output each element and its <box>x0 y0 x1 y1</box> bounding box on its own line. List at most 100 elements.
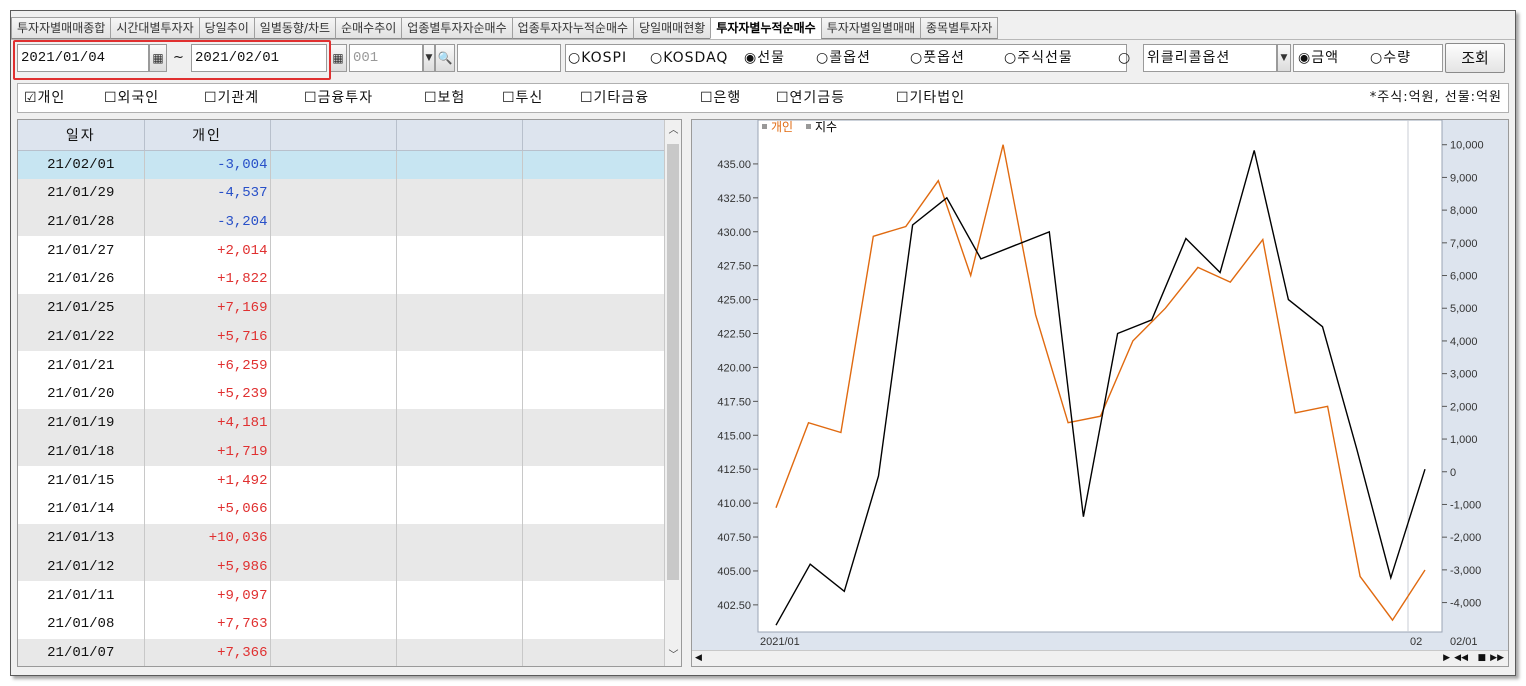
radio-quantity[interactable]: ○수량 <box>1370 45 1411 71</box>
radio-put-option[interactable]: ○풋옵션 <box>910 45 965 71</box>
column-header-4[interactable] <box>522 120 665 151</box>
radio-kosdaq[interactable]: ○KOSDAQ <box>650 45 728 71</box>
table-row[interactable]: 21/01/25 +7,169 <box>18 293 665 323</box>
investor-checkbox-9[interactable]: ☐기타법인 <box>896 84 965 112</box>
investor-checkbox-6[interactable]: ☐기타금융 <box>580 84 649 112</box>
market-radio-group: ○KOSPI ○KOSDAQ ◉선물 ○콜옵션 ○풋옵션 ○주식선물 ○ <box>565 44 1130 72</box>
chevron-left-icon[interactable]: ◀ <box>695 651 702 666</box>
column-header-1[interactable]: 개인 <box>144 120 271 151</box>
empty-cell <box>396 293 523 323</box>
table-row[interactable]: 21/01/12 +5,986 <box>18 552 665 582</box>
table-row[interactable]: 21/01/27 +2,014 <box>18 236 665 265</box>
table-row[interactable]: 21/01/22 +5,716 <box>18 322 665 352</box>
radio-kospi[interactable]: ○KOSPI <box>568 45 627 71</box>
left-tick-label: 435.00 <box>717 159 751 171</box>
tab-4[interactable]: 순매수추이 <box>335 17 403 39</box>
radio-weekly[interactable]: ○ <box>1118 45 1131 71</box>
x-axis-label: 02 <box>1410 636 1422 648</box>
search-icon[interactable]: 🔍 <box>435 44 455 72</box>
horizontal-scrollbar[interactable]: ◀ ▶ ◀◀ ■ ▶▶ <box>692 650 1508 666</box>
empty-cell <box>270 207 397 237</box>
empty-cell <box>270 408 397 438</box>
radio-call-option[interactable]: ○콜옵션 <box>816 45 871 71</box>
weekly-option-select[interactable]: 위클리콜옵션 <box>1143 44 1277 72</box>
investor-checkbox-5[interactable]: ☐투신 <box>502 84 543 112</box>
tab-bar: 투자자별매매종합 시간대별투자자 당일추이 일별동향/차트 순매수추이 업종별투자자순매수… <box>11 17 999 39</box>
legend-swatch <box>762 124 767 129</box>
right-tick-label: 0 <box>1450 467 1456 479</box>
table-row[interactable]: 21/01/13 +10,036 <box>18 523 665 553</box>
left-tick-label: 430.00 <box>717 227 751 239</box>
empty-cell <box>270 495 397 524</box>
table-row[interactable]: 21/02/01 -3,004 <box>18 150 665 179</box>
chart-panel: 435.00 432.50 430.00 427.50 425.00 422.50 420.… <box>691 119 1509 667</box>
table-row[interactable]: 21/01/19 +4,181 <box>18 408 665 438</box>
app-window: 투자자별매매종합 시간대별투자자 당일추이 일별동향/차트 순매수추이 업종별투자자순매수… <box>10 10 1516 676</box>
chevron-up-icon[interactable]: ︿ <box>665 122 681 139</box>
table-row[interactable]: 21/01/28 -3,204 <box>18 207 665 237</box>
tab-3[interactable]: 일별동향/차트 <box>253 17 337 39</box>
scroll-thumb[interactable] <box>667 144 679 580</box>
calendar-icon[interactable]: ▦ <box>329 44 347 72</box>
chevron-down-icon[interactable]: ﹀ <box>665 647 681 664</box>
tab-9[interactable]: 투자자별일별매매 <box>820 17 922 39</box>
vertical-scrollbar[interactable]: ︿ ﹀ <box>664 120 681 666</box>
empty-cell <box>396 581 523 610</box>
empty-cell <box>396 638 523 666</box>
tab-10[interactable]: 종목별투자자 <box>920 17 999 39</box>
row-date: 21/01/12 <box>18 552 145 582</box>
empty-cell <box>522 236 665 265</box>
investor-checkbox-8[interactable]: ☐연기금등 <box>776 84 845 112</box>
investor-checkbox-0[interactable]: ☑개인 <box>24 84 65 112</box>
investor-checkbox-7[interactable]: ☐은행 <box>700 84 741 112</box>
table-row[interactable]: 21/01/14 +5,066 <box>18 495 665 524</box>
radio-amount[interactable]: ◉금액 <box>1298 45 1339 71</box>
radio-futures[interactable]: ◉선물 <box>744 45 785 71</box>
stop-icon[interactable]: ■ <box>1477 651 1486 666</box>
row-date: 21/01/18 <box>18 437 145 467</box>
empty-cell <box>396 178 523 208</box>
empty-cell <box>270 638 397 666</box>
chevron-right-icon[interactable]: ▶ <box>1443 651 1450 666</box>
tab-1[interactable]: 시간대별투자자 <box>110 17 200 39</box>
table-row[interactable]: 21/01/26 +1,822 <box>18 265 665 294</box>
row-value: -4,537 <box>144 178 271 208</box>
empty-cell <box>270 380 397 409</box>
tab-8[interactable]: 투자자별누적순매수 <box>710 17 822 39</box>
tab-7[interactable]: 당일매매현황 <box>633 17 712 39</box>
radio-stock-futures[interactable]: ○주식선물 <box>1004 45 1073 71</box>
chevron-down-icon[interactable]: ▼ <box>1277 44 1291 72</box>
tab-0[interactable]: 투자자별매매종합 <box>11 17 112 39</box>
table-row[interactable]: 21/01/18 +1,719 <box>18 437 665 467</box>
bottom-axis-panel <box>758 632 1442 650</box>
table-row[interactable]: 21/01/29 -4,537 <box>18 178 665 208</box>
fast-forward-icon[interactable]: ▶▶ <box>1490 651 1504 666</box>
empty-cell <box>396 495 523 524</box>
tab-6[interactable]: 업종투자자누적순매수 <box>511 17 635 39</box>
investor-checkbox-1[interactable]: ☐외국인 <box>104 84 159 112</box>
table-row[interactable]: 21/01/07 +7,366 <box>18 638 665 666</box>
investor-checkbox-2[interactable]: ☐기관계 <box>204 84 259 112</box>
empty-cell <box>522 322 665 352</box>
tab-2[interactable]: 당일추이 <box>198 17 255 39</box>
code-input[interactable]: 001 <box>349 44 423 72</box>
investor-checkbox-3[interactable]: ☐금융투자 <box>304 84 373 112</box>
column-header-3[interactable] <box>396 120 523 151</box>
code-name-field[interactable] <box>457 44 561 72</box>
rewind-icon[interactable]: ◀◀ <box>1454 651 1468 666</box>
table-row[interactable]: 21/01/20 +5,239 <box>18 380 665 409</box>
table-row[interactable]: 21/01/11 +9,097 <box>18 581 665 610</box>
chevron-down-icon[interactable]: ▼ <box>423 44 435 72</box>
investor-checkbox-4[interactable]: ☐보험 <box>424 84 465 112</box>
empty-cell <box>522 466 665 495</box>
table-row[interactable]: 21/01/21 +6,259 <box>18 351 665 380</box>
left-tick-label: 425.00 <box>717 295 751 307</box>
tab-5[interactable]: 업종별투자자순매수 <box>401 17 513 39</box>
table-row[interactable]: 21/01/15 +1,492 <box>18 466 665 495</box>
column-header-2[interactable] <box>270 120 397 151</box>
column-header-0[interactable]: 일자 <box>18 120 145 151</box>
row-date: 21/01/15 <box>18 466 145 495</box>
right-tick-label: -1,000 <box>1450 499 1481 511</box>
table-row[interactable]: 21/01/08 +7,763 <box>18 610 665 639</box>
query-button[interactable]: 조회 <box>1445 43 1505 73</box>
